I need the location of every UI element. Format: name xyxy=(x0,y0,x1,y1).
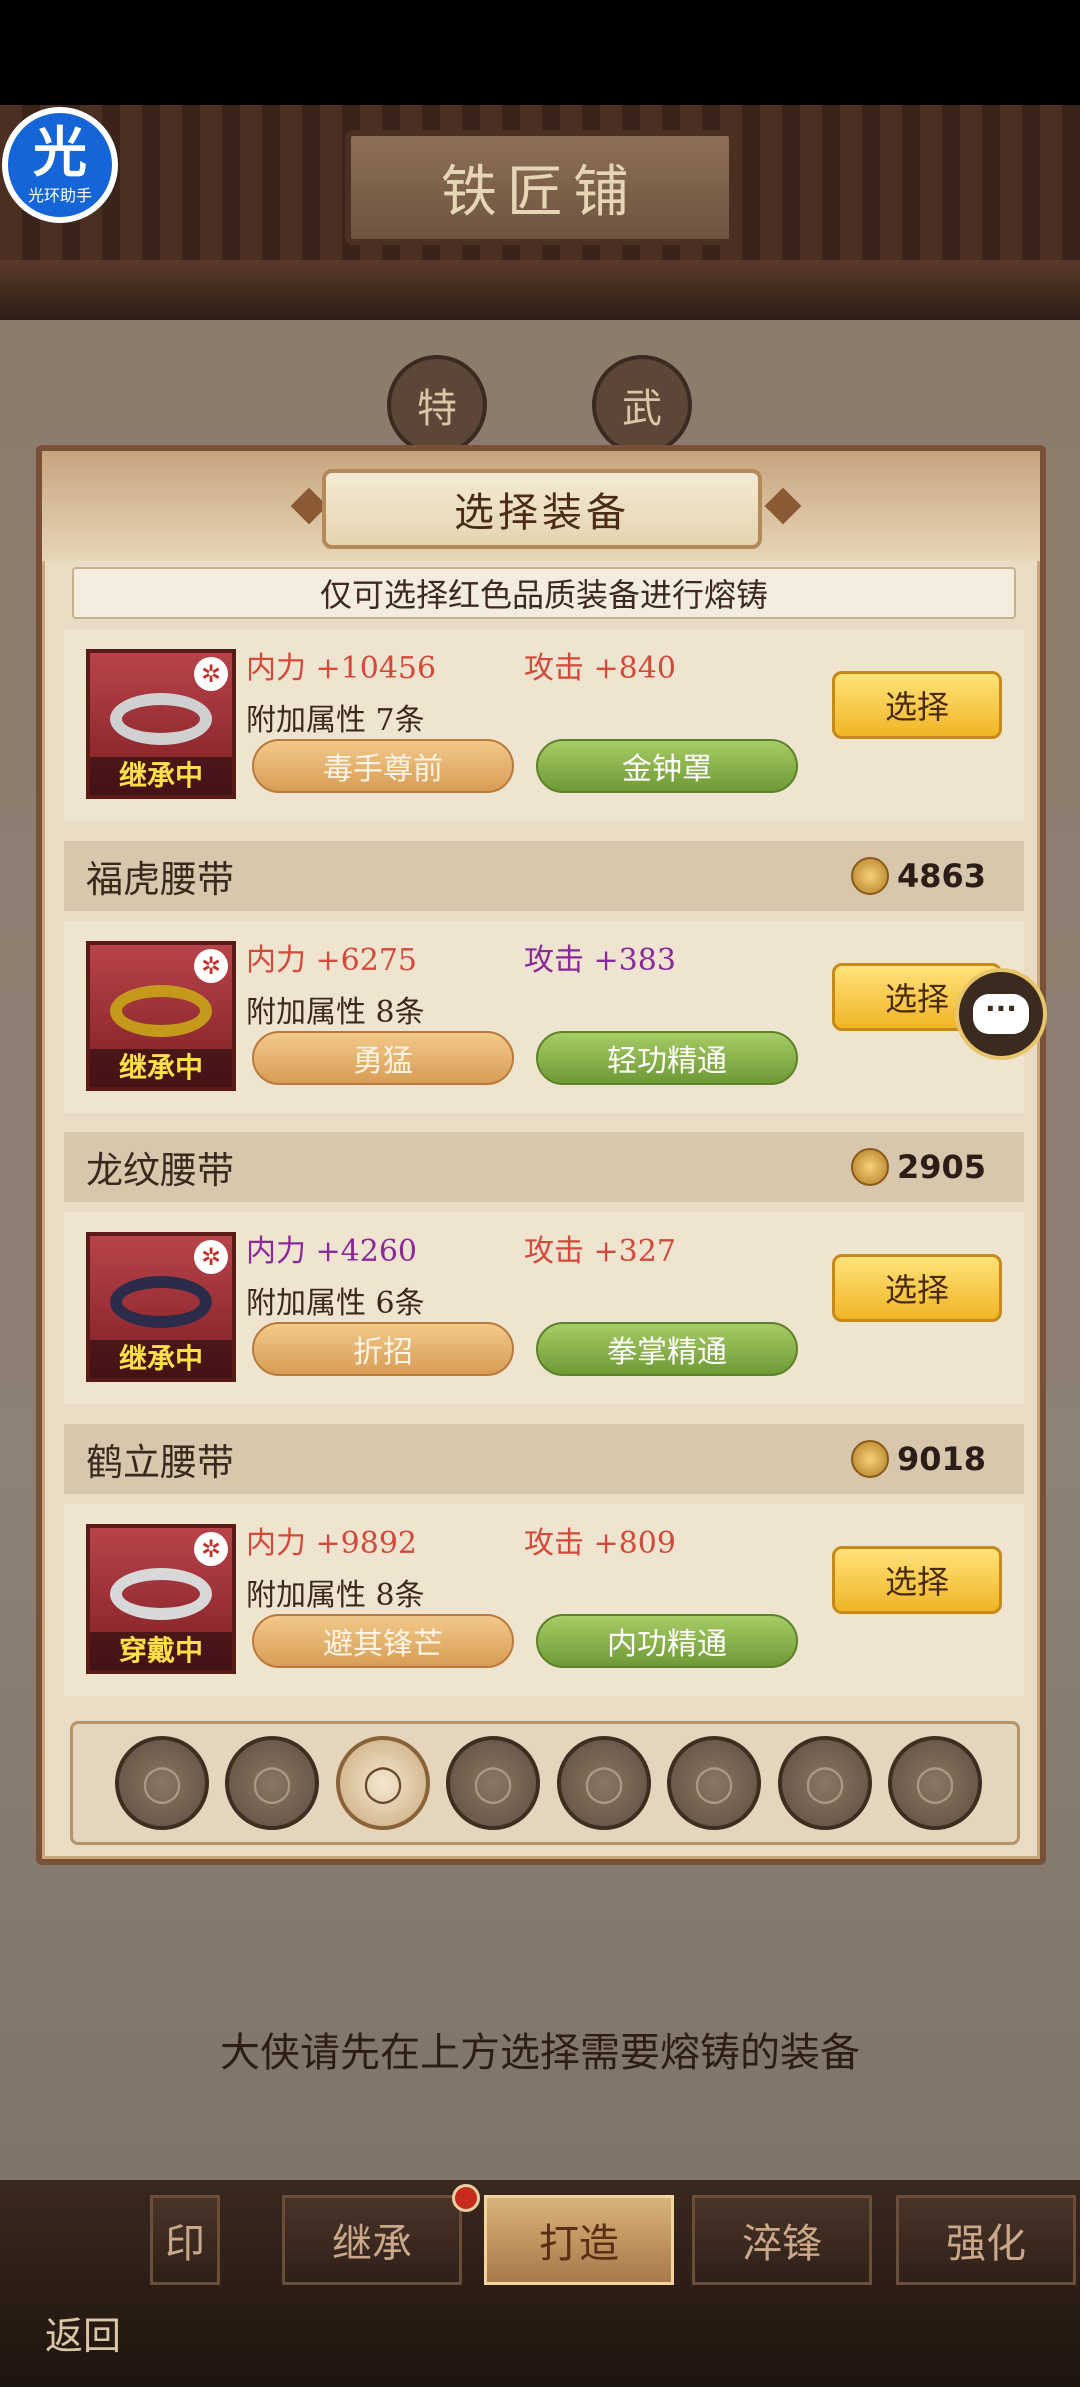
tab-inherit[interactable]: 继承 xyxy=(282,2195,462,2285)
belt-icon xyxy=(110,693,212,745)
equip-state: 继承中 xyxy=(90,1340,232,1378)
belt-icon[interactable]: ◯ xyxy=(336,1736,430,1830)
skill-tag: 毒手尊前 xyxy=(252,739,514,793)
chat-button[interactable]: ··· xyxy=(955,968,1047,1060)
internal-power-stat: 内力 +6275 xyxy=(246,943,418,978)
equipment-header: 福虎腰带 4863 xyxy=(64,841,1024,911)
mastery-tag: 内功精通 xyxy=(536,1614,798,1668)
tab-temper[interactable]: 淬锋 xyxy=(692,2195,872,2285)
equipment-list[interactable]: ✲ 继承中 内力 +10456 攻击 +840 附加属性 7条 毒手尊前 金钟罩 选择 福虎腰带… xyxy=(64,629,1024,1709)
equipment-header: 龙纹腰带 2905 xyxy=(64,1132,1024,1202)
belt-item-icon[interactable]: ✲ 继承中 xyxy=(86,1232,236,1382)
equipment-name: 福虎腰带 xyxy=(86,858,234,901)
power-icon xyxy=(850,1440,889,1478)
skill-tag: 避其锋芒 xyxy=(252,1614,514,1668)
bg-tab-special[interactable]: 特 xyxy=(387,355,487,455)
skill-tag: 勇猛 xyxy=(252,1031,514,1085)
equip-state: 继承中 xyxy=(90,1049,232,1087)
rarity-icon: ✲ xyxy=(194,949,228,983)
status-bar xyxy=(0,0,1080,105)
mastery-tag: 轻功精通 xyxy=(536,1031,798,1085)
power-icon xyxy=(850,1148,889,1186)
equipment-row: ✲ 继承中 内力 +10456 攻击 +840 附加属性 7条 毒手尊前 金钟罩 选择 xyxy=(64,629,1024,821)
equipment-name: 鹤立腰带 xyxy=(86,1441,234,1484)
equipment-row: ✲ 继承中 内力 +4260 攻击 +327 附加属性 6条 折招 拳掌精通 选择 xyxy=(64,1212,1024,1404)
power-value: 4863 xyxy=(896,857,986,895)
assistant-label: 光环助手 xyxy=(27,186,92,205)
internal-power-stat: 内力 +4260 xyxy=(246,1234,418,1269)
mastery-tag: 拳掌精通 xyxy=(536,1322,798,1376)
select-button[interactable]: 选择 xyxy=(832,1254,1002,1322)
assistant-icon: 光 xyxy=(33,121,87,184)
dialog-title-text: 选择装备 xyxy=(454,490,630,536)
tab-enhance[interactable]: 强化 xyxy=(896,2195,1076,2285)
equipment-header: 鹤立腰带 9018 xyxy=(64,1424,1024,1494)
rarity-icon: ✲ xyxy=(194,1240,228,1274)
notification-badge xyxy=(452,2184,480,2212)
internal-power-stat: 内力 +9892 xyxy=(246,1526,418,1561)
belt-item-icon[interactable]: ✲ 穿戴中 xyxy=(86,1524,236,1674)
quality-notice: 仅可选择红色品质装备进行熔铸 xyxy=(72,567,1016,619)
belt-icon xyxy=(110,985,212,1037)
extra-attributes: 附加属性 6条 xyxy=(246,1286,425,1321)
mastery-tag: 金钟罩 xyxy=(536,739,798,793)
cloak-icon[interactable]: ◯ xyxy=(778,1736,872,1830)
attack-stat: 攻击 +327 xyxy=(524,1234,676,1269)
equipment-row: ✲ 穿戴中 内力 +9892 攻击 +809 附加属性 8条 避其锋芒 内功精通 选择 xyxy=(64,1504,1024,1696)
tab-forge[interactable]: 打造 xyxy=(484,2195,674,2285)
equipment-row: ✲ 继承中 内力 +6275 攻击 +383 附加属性 8条 勇猛 轻功精通 选择 xyxy=(64,921,1024,1113)
assistant-button[interactable]: 光 光环助手 xyxy=(2,107,118,223)
internal-power-stat: 内力 +10456 xyxy=(246,651,437,686)
page-title-text: 铁匠铺 xyxy=(441,160,639,225)
necklace-icon[interactable]: ◯ xyxy=(557,1736,651,1830)
tab-seal[interactable]: 印 xyxy=(150,2195,220,2285)
rarity-icon: ✲ xyxy=(194,657,228,691)
weapon-icon[interactable]: ◯ xyxy=(115,1736,209,1830)
power-score: 9018 xyxy=(850,1424,986,1494)
extra-attributes: 附加属性 7条 xyxy=(246,703,425,738)
belt-icon xyxy=(110,1276,212,1328)
equip-state: 继承中 xyxy=(90,757,232,795)
belt-icon xyxy=(110,1568,212,1620)
extra-attributes: 附加属性 8条 xyxy=(246,1578,425,1613)
skill-tag: 折招 xyxy=(252,1322,514,1376)
chat-icon: ··· xyxy=(973,994,1029,1034)
bg-tab-weapon[interactable]: 武 xyxy=(592,355,692,455)
ring-icon[interactable]: ◯ xyxy=(888,1736,982,1830)
power-score: 2905 xyxy=(850,1132,986,1202)
back-button[interactable]: 返回 xyxy=(28,2250,138,2360)
select-button[interactable]: 选择 xyxy=(832,671,1002,739)
page-title: 铁匠铺 xyxy=(345,130,735,245)
attack-stat: 攻击 +809 xyxy=(524,1526,676,1561)
power-value: 9018 xyxy=(896,1440,986,1478)
boots-icon[interactable]: ◯ xyxy=(446,1736,540,1830)
power-icon xyxy=(850,857,889,895)
power-score: 4863 xyxy=(850,841,986,911)
equip-state: 穿戴中 xyxy=(90,1632,232,1670)
attack-stat: 攻击 +840 xyxy=(524,651,676,686)
select-equipment-dialog: 选择装备 仅可选择红色品质装备进行熔铸 ✲ 继承中 内力 +10456 攻击 +840… xyxy=(36,445,1046,1865)
dialog-title: 选择装备 xyxy=(322,469,762,549)
hint-text: 大侠请先在上方选择需要熔铸的装备 xyxy=(220,2030,860,2076)
armor-icon[interactable]: ◯ xyxy=(225,1736,319,1830)
hat-icon[interactable]: ◯ xyxy=(667,1736,761,1830)
select-button[interactable]: 选择 xyxy=(832,1546,1002,1614)
rarity-icon: ✲ xyxy=(194,1532,228,1566)
belt-item-icon[interactable]: ✲ 继承中 xyxy=(86,649,236,799)
equipment-slot-bar: ◯ ◯ ◯ ◯ ◯ ◯ ◯ ◯ xyxy=(70,1721,1020,1845)
belt-item-icon[interactable]: ✲ 继承中 xyxy=(86,941,236,1091)
equipment-name: 龙纹腰带 xyxy=(86,1149,234,1192)
attack-stat: 攻击 +383 xyxy=(524,943,676,978)
power-value: 2905 xyxy=(896,1148,986,1186)
extra-attributes: 附加属性 8条 xyxy=(246,995,425,1030)
